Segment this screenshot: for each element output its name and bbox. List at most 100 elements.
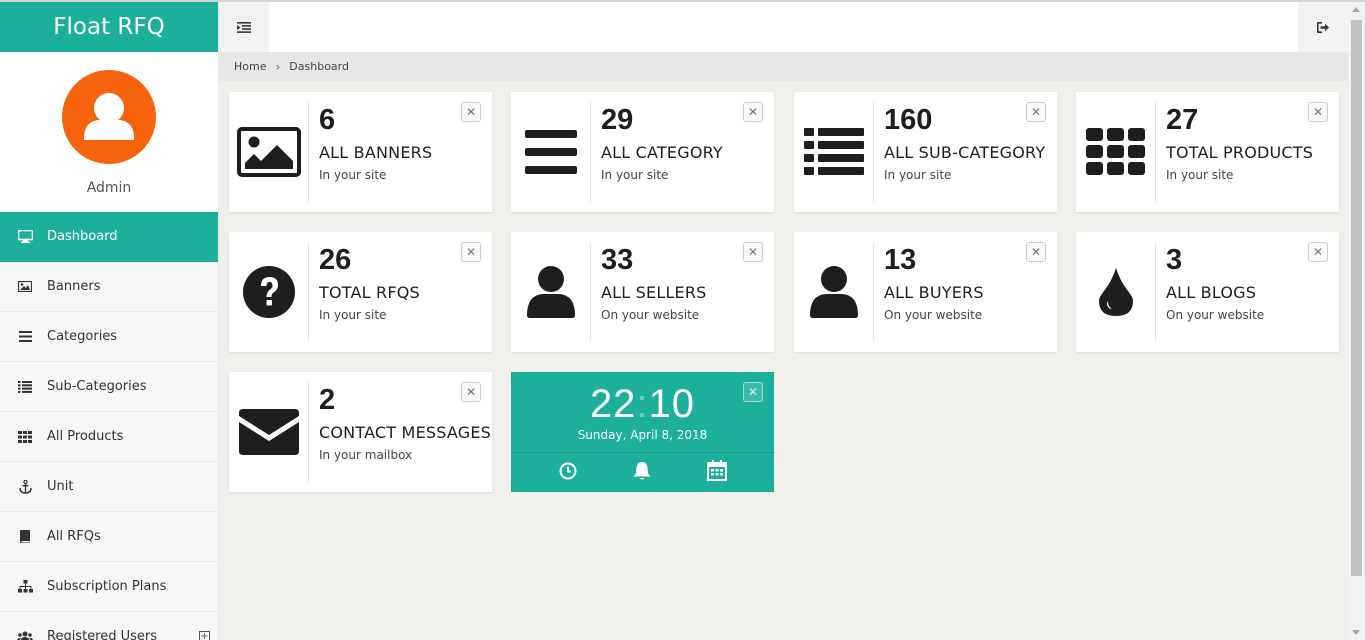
profile-name: Admin xyxy=(86,180,132,196)
question-circle-icon xyxy=(229,242,309,342)
widget-close-button[interactable]: ✕ xyxy=(1026,242,1046,262)
sidebar-item-categories[interactable]: Categories xyxy=(0,312,218,362)
widget-title: ALL CATEGORY xyxy=(601,143,723,162)
users-icon xyxy=(17,629,33,640)
sidebar-item-label: Banners xyxy=(47,279,101,294)
sidebar-item-all-rfqs[interactable]: All RFQs xyxy=(0,512,218,562)
widget-contact-messages[interactable]: 2 CONTACT MESSAGES In your mailbox ✕ xyxy=(229,372,492,492)
sidebar-item-label: Sub-Categories xyxy=(47,379,147,394)
logout-button[interactable] xyxy=(1298,2,1348,52)
widget-title: TOTAL RFQS xyxy=(319,283,420,302)
widget-count: 26 xyxy=(319,244,352,276)
indent-icon xyxy=(237,21,251,33)
sidebar-item-all-products[interactable]: All Products xyxy=(0,412,218,462)
sidebar-item-label: All RFQs xyxy=(47,529,101,544)
widget-subtitle: On your website xyxy=(884,308,983,322)
envelope-icon xyxy=(229,382,309,482)
widget-close-button[interactable]: ✕ xyxy=(461,382,481,402)
breadcrumb: Home › Dashboard xyxy=(219,52,1348,81)
list-bullets-icon xyxy=(17,379,33,395)
widget-count: 33 xyxy=(601,244,634,276)
sidebar-item-label: All Products xyxy=(47,429,124,444)
widget-title: CONTACT MESSAGES xyxy=(319,423,492,442)
user-avatar-icon xyxy=(84,93,134,140)
sidebar-toggle-button[interactable] xyxy=(219,2,269,52)
widget-close-button[interactable]: ✕ xyxy=(743,382,763,402)
scroll-up-arrow-icon[interactable] xyxy=(1352,7,1360,12)
widget-all-sellers[interactable]: 33 ALL SELLERS On your website ✕ xyxy=(511,232,774,352)
widget-title: ALL SUB-CATEGORY xyxy=(884,143,1046,162)
sidebar-item-label: Registered Users xyxy=(47,629,158,640)
breadcrumb-home-link[interactable]: Home xyxy=(234,60,266,73)
brand-logo[interactable]: Float RFQ xyxy=(0,2,218,52)
clock-widget: 22:10 Sunday, April 8, 2018 ✕ xyxy=(511,372,774,492)
list-icon xyxy=(794,102,874,202)
widget-subtitle: In your site xyxy=(319,308,387,322)
widget-title: ALL BUYERS xyxy=(884,283,984,302)
sidebar-item-sub-categories[interactable]: Sub-Categories xyxy=(0,362,218,412)
anchor-icon xyxy=(17,479,33,495)
widget-all-buyers[interactable]: 13 ALL BUYERS On your website ✕ xyxy=(794,232,1057,352)
sidebar-item-subscription-plans[interactable]: Subscription Plans xyxy=(0,562,218,612)
scrollbar-thumb[interactable] xyxy=(1351,20,1362,576)
clock-time: 22:10 xyxy=(511,382,774,427)
book-icon xyxy=(17,529,33,545)
clock-actions xyxy=(511,452,774,492)
widget-close-button[interactable]: ✕ xyxy=(743,242,763,262)
profile-panel: Admin xyxy=(0,52,218,212)
widget-close-button[interactable]: ✕ xyxy=(1308,242,1328,262)
widget-subtitle: On your website xyxy=(1166,308,1265,322)
clock-hours: 22 xyxy=(589,382,637,426)
widget-close-button[interactable]: ✕ xyxy=(1308,102,1328,122)
list-icon xyxy=(17,329,33,345)
breadcrumb-current: Dashboard xyxy=(289,60,349,73)
expand-plus-icon[interactable]: + xyxy=(199,631,210,640)
widget-subtitle: In your site xyxy=(601,168,669,182)
widget-total-products[interactable]: 27 TOTAL PRODUCTS In your site ✕ xyxy=(1076,92,1339,212)
widget-all-sub-category[interactable]: 160 ALL SUB-CATEGORY In your site ✕ xyxy=(794,92,1057,212)
widget-count: 6 xyxy=(319,104,336,136)
sidebar-item-dashboard[interactable]: Dashboard xyxy=(0,212,218,262)
sign-out-icon xyxy=(1317,21,1329,33)
sidebar-item-label: Dashboard xyxy=(47,229,118,244)
widget-close-button[interactable]: ✕ xyxy=(743,102,763,122)
breadcrumb-separator-icon: › xyxy=(275,59,281,74)
calendar-icon[interactable] xyxy=(706,460,727,485)
widget-title: ALL SELLERS xyxy=(601,283,707,302)
widget-subtitle: In your site xyxy=(1166,168,1234,182)
sitemap-icon xyxy=(17,579,33,595)
widget-all-blogs[interactable]: 3 ALL BLOGS On your website ✕ xyxy=(1076,232,1339,352)
widget-title: ALL BANNERS xyxy=(319,143,433,162)
sidebar-item-unit[interactable]: Unit xyxy=(0,462,218,512)
widget-all-category[interactable]: 29 ALL CATEGORY In your site ✕ xyxy=(511,92,774,212)
sidebar-item-label: Categories xyxy=(47,329,118,344)
widget-count: 13 xyxy=(884,244,917,276)
page-scrollbar[interactable] xyxy=(1348,2,1365,640)
widget-count: 160 xyxy=(884,104,933,136)
sidebar: Float RFQ Admin Dashboard Banners Catego… xyxy=(0,2,219,640)
sidebar-item-label: Unit xyxy=(47,479,74,494)
widget-subtitle: In your mailbox xyxy=(319,448,413,462)
bars-icon xyxy=(511,102,591,202)
widget-total-rfqs[interactable]: 26 TOTAL RFQS In your site ✕ xyxy=(229,232,492,352)
user-icon xyxy=(511,242,591,342)
sidebar-item-banners[interactable]: Banners xyxy=(0,262,218,312)
user-icon xyxy=(794,242,874,342)
clock-minutes: 10 xyxy=(648,382,696,426)
widget-close-button[interactable]: ✕ xyxy=(461,242,481,262)
widget-subtitle: In your site xyxy=(319,168,387,182)
scroll-down-arrow-icon[interactable] xyxy=(1352,630,1360,635)
widget-subtitle: In your site xyxy=(884,168,952,182)
bell-icon[interactable] xyxy=(632,461,652,485)
widget-count: 27 xyxy=(1166,104,1199,136)
clock-icon[interactable] xyxy=(559,462,577,484)
widget-subtitle: On your website xyxy=(601,308,700,322)
widget-close-button[interactable]: ✕ xyxy=(1026,102,1046,122)
sidebar-item-registered-users[interactable]: Registered Users + xyxy=(0,612,218,640)
picture-icon xyxy=(229,102,309,202)
avatar[interactable] xyxy=(62,70,156,164)
widget-all-banners[interactable]: 6 ALL BANNERS In your site ✕ xyxy=(229,92,492,212)
grid-icon xyxy=(17,429,33,445)
image-icon xyxy=(17,279,33,295)
widget-close-button[interactable]: ✕ xyxy=(461,102,481,122)
